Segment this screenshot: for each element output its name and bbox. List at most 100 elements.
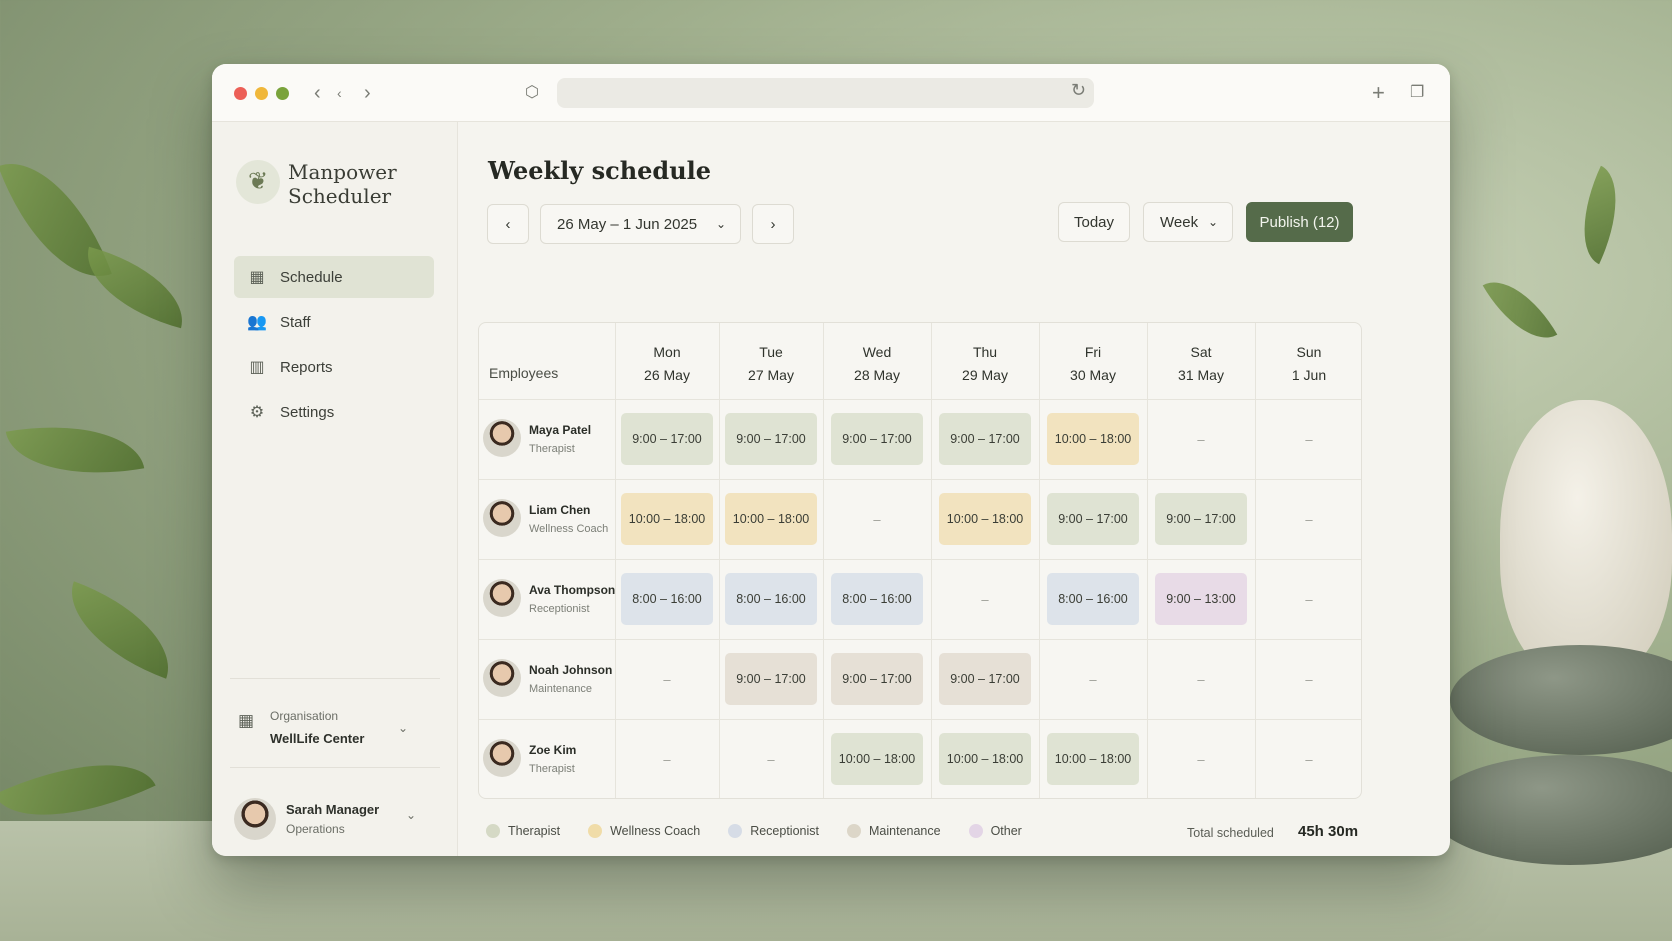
legend-label: Maintenance	[869, 824, 941, 838]
shift-block[interactable]: 10:00 – 18:00	[1047, 413, 1139, 465]
employee-name: Ava Thompson	[529, 583, 616, 597]
shift-block[interactable]: 9:00 – 13:00	[1155, 573, 1247, 625]
grid-column-divider	[1039, 323, 1040, 798]
day-header: Fri 30 May	[1039, 341, 1147, 387]
maximize-window-button[interactable]	[276, 87, 289, 100]
day-date: 27 May	[748, 367, 794, 383]
gear-icon: ⚙	[249, 404, 265, 421]
forward-icon[interactable]: ›	[364, 79, 371, 107]
sidebar-item-label: Settings	[280, 403, 335, 421]
divider	[230, 767, 440, 768]
empty-shift-cell[interactable]: –	[1155, 653, 1247, 705]
shield-icon[interactable]: ⬡	[525, 79, 539, 107]
shift-block[interactable]: 8:00 – 16:00	[1047, 573, 1139, 625]
employee-cell[interactable]: Liam Chen Wellness Coach	[483, 479, 613, 559]
empty-shift-cell[interactable]: –	[1263, 493, 1355, 545]
day-name: Wed	[862, 344, 892, 360]
shift-block[interactable]: 10:00 – 18:00	[939, 733, 1031, 785]
stone-decoration	[1450, 645, 1672, 755]
empty-shift-cell[interactable]: –	[1263, 653, 1355, 705]
empty-shift-cell[interactable]: –	[939, 573, 1031, 625]
sidebar-item-settings[interactable]: ⚙ Settings	[234, 391, 434, 433]
legend: Therapist Wellness Coach Receptionist Maint…	[486, 824, 1050, 838]
employee-cell[interactable]: Noah Johnson Maintenance	[483, 639, 613, 719]
empty-shift-cell[interactable]: –	[831, 493, 923, 545]
sidebar-item-schedule[interactable]: ▦ Schedule	[234, 256, 434, 298]
day-name: Mon	[653, 344, 681, 360]
shift-block[interactable]: 9:00 – 17:00	[1047, 493, 1139, 545]
empty-shift-cell[interactable]: –	[1155, 413, 1247, 465]
back-icon[interactable]: ‹	[314, 79, 321, 107]
view-select-value: Week	[1160, 213, 1199, 231]
legend-item: Other	[968, 824, 1022, 838]
sidebar: ❦ Manpower Scheduler ▦ Schedule 👥 Staff …	[212, 122, 458, 856]
empty-shift-cell[interactable]: –	[1263, 413, 1355, 465]
legend-swatch	[588, 824, 603, 838]
employee-role: Wellness Coach	[529, 523, 609, 535]
legend-label: Therapist	[508, 824, 561, 838]
shift-block[interactable]: 10:00 – 18:00	[621, 493, 713, 545]
small-chevron-icon[interactable]: ‹	[337, 79, 342, 107]
empty-shift-cell[interactable]: –	[1047, 653, 1139, 705]
sidebar-item-staff[interactable]: 👥 Staff	[234, 301, 434, 343]
shift-block[interactable]: 9:00 – 17:00	[621, 413, 713, 465]
empty-shift-cell[interactable]: –	[1263, 733, 1355, 785]
shift-block[interactable]: 8:00 – 16:00	[831, 573, 923, 625]
shift-block[interactable]: 9:00 – 17:00	[1155, 493, 1247, 545]
shift-block[interactable]: 8:00 – 16:00	[621, 573, 713, 625]
browser-window: ‹ ‹ › ⬡ ↻ + ❐ ❦ Manpower Scheduler ▦ Sch…	[212, 64, 1450, 856]
sidebar-item-label: Schedule	[280, 268, 343, 286]
user-name: Sarah Manager	[286, 802, 380, 817]
date-range-picker[interactable]: 26 May – 1 Jun 2025 ⌄	[540, 204, 741, 244]
empty-shift-cell[interactable]: –	[621, 733, 713, 785]
next-week-button[interactable]: ›	[752, 204, 794, 244]
tabs-overview-icon[interactable]: ❐	[1410, 79, 1424, 107]
employee-name: Liam Chen	[529, 503, 591, 517]
shift-block[interactable]: 9:00 – 17:00	[725, 653, 817, 705]
view-select[interactable]: Week ⌄	[1143, 202, 1233, 242]
chevron-down-icon: ⌄	[406, 808, 417, 822]
organisation-name: WellLife Center	[270, 731, 365, 746]
empty-shift-cell[interactable]: –	[621, 653, 713, 705]
day-name: Tue	[759, 344, 783, 360]
legend-label: Other	[990, 824, 1022, 838]
sidebar-item-label: Staff	[280, 313, 311, 331]
chevron-down-icon: ⌄	[715, 217, 726, 231]
sidebar-item-reports[interactable]: ▥ Reports	[234, 346, 434, 388]
shift-block[interactable]: 8:00 – 16:00	[725, 573, 817, 625]
day-name: Sat	[1190, 344, 1212, 360]
shift-block[interactable]: 9:00 – 17:00	[831, 653, 923, 705]
grid-column-divider	[931, 323, 932, 798]
employee-cell[interactable]: Ava Thompson Receptionist	[483, 559, 616, 639]
reload-icon[interactable]: ↻	[1071, 80, 1086, 101]
shift-block[interactable]: 9:00 – 17:00	[725, 413, 817, 465]
shift-block[interactable]: 10:00 – 18:00	[831, 733, 923, 785]
empty-shift-cell[interactable]: –	[1155, 733, 1247, 785]
chart-icon: ▥	[249, 359, 265, 376]
day-header: Sat 31 May	[1147, 341, 1255, 387]
new-tab-icon[interactable]: +	[1372, 79, 1385, 107]
shift-block[interactable]: 9:00 – 17:00	[831, 413, 923, 465]
close-window-button[interactable]	[234, 87, 247, 100]
leaf-decoration	[1562, 165, 1638, 265]
shift-block[interactable]: 10:00 – 18:00	[725, 493, 817, 545]
day-date: 30 May	[1070, 367, 1116, 383]
shift-block[interactable]: 9:00 – 17:00	[939, 413, 1031, 465]
employee-cell[interactable]: Maya Patel Therapist	[483, 399, 613, 479]
main-content: Weekly schedule ‹ 26 May – 1 Jun 2025 ⌄ …	[459, 122, 1450, 856]
shift-block[interactable]: 9:00 – 17:00	[939, 653, 1031, 705]
address-bar[interactable]: ↻	[557, 78, 1094, 108]
empty-shift-cell[interactable]: –	[1263, 573, 1355, 625]
total-scheduled-label: Total scheduled	[1187, 826, 1274, 840]
minimize-window-button[interactable]	[255, 87, 268, 100]
empty-shift-cell[interactable]: –	[725, 733, 817, 785]
previous-week-button[interactable]: ‹	[487, 204, 529, 244]
publish-button[interactable]: Publish (12)	[1246, 202, 1353, 242]
employees-header: Employees	[489, 365, 559, 381]
today-button[interactable]: Today	[1058, 202, 1130, 242]
shift-block[interactable]: 10:00 – 18:00	[939, 493, 1031, 545]
chevron-right-icon: ›	[770, 215, 776, 233]
shift-block[interactable]: 10:00 – 18:00	[1047, 733, 1139, 785]
day-date: 31 May	[1178, 367, 1224, 383]
employee-cell[interactable]: Zoe Kim Therapist	[483, 719, 613, 798]
